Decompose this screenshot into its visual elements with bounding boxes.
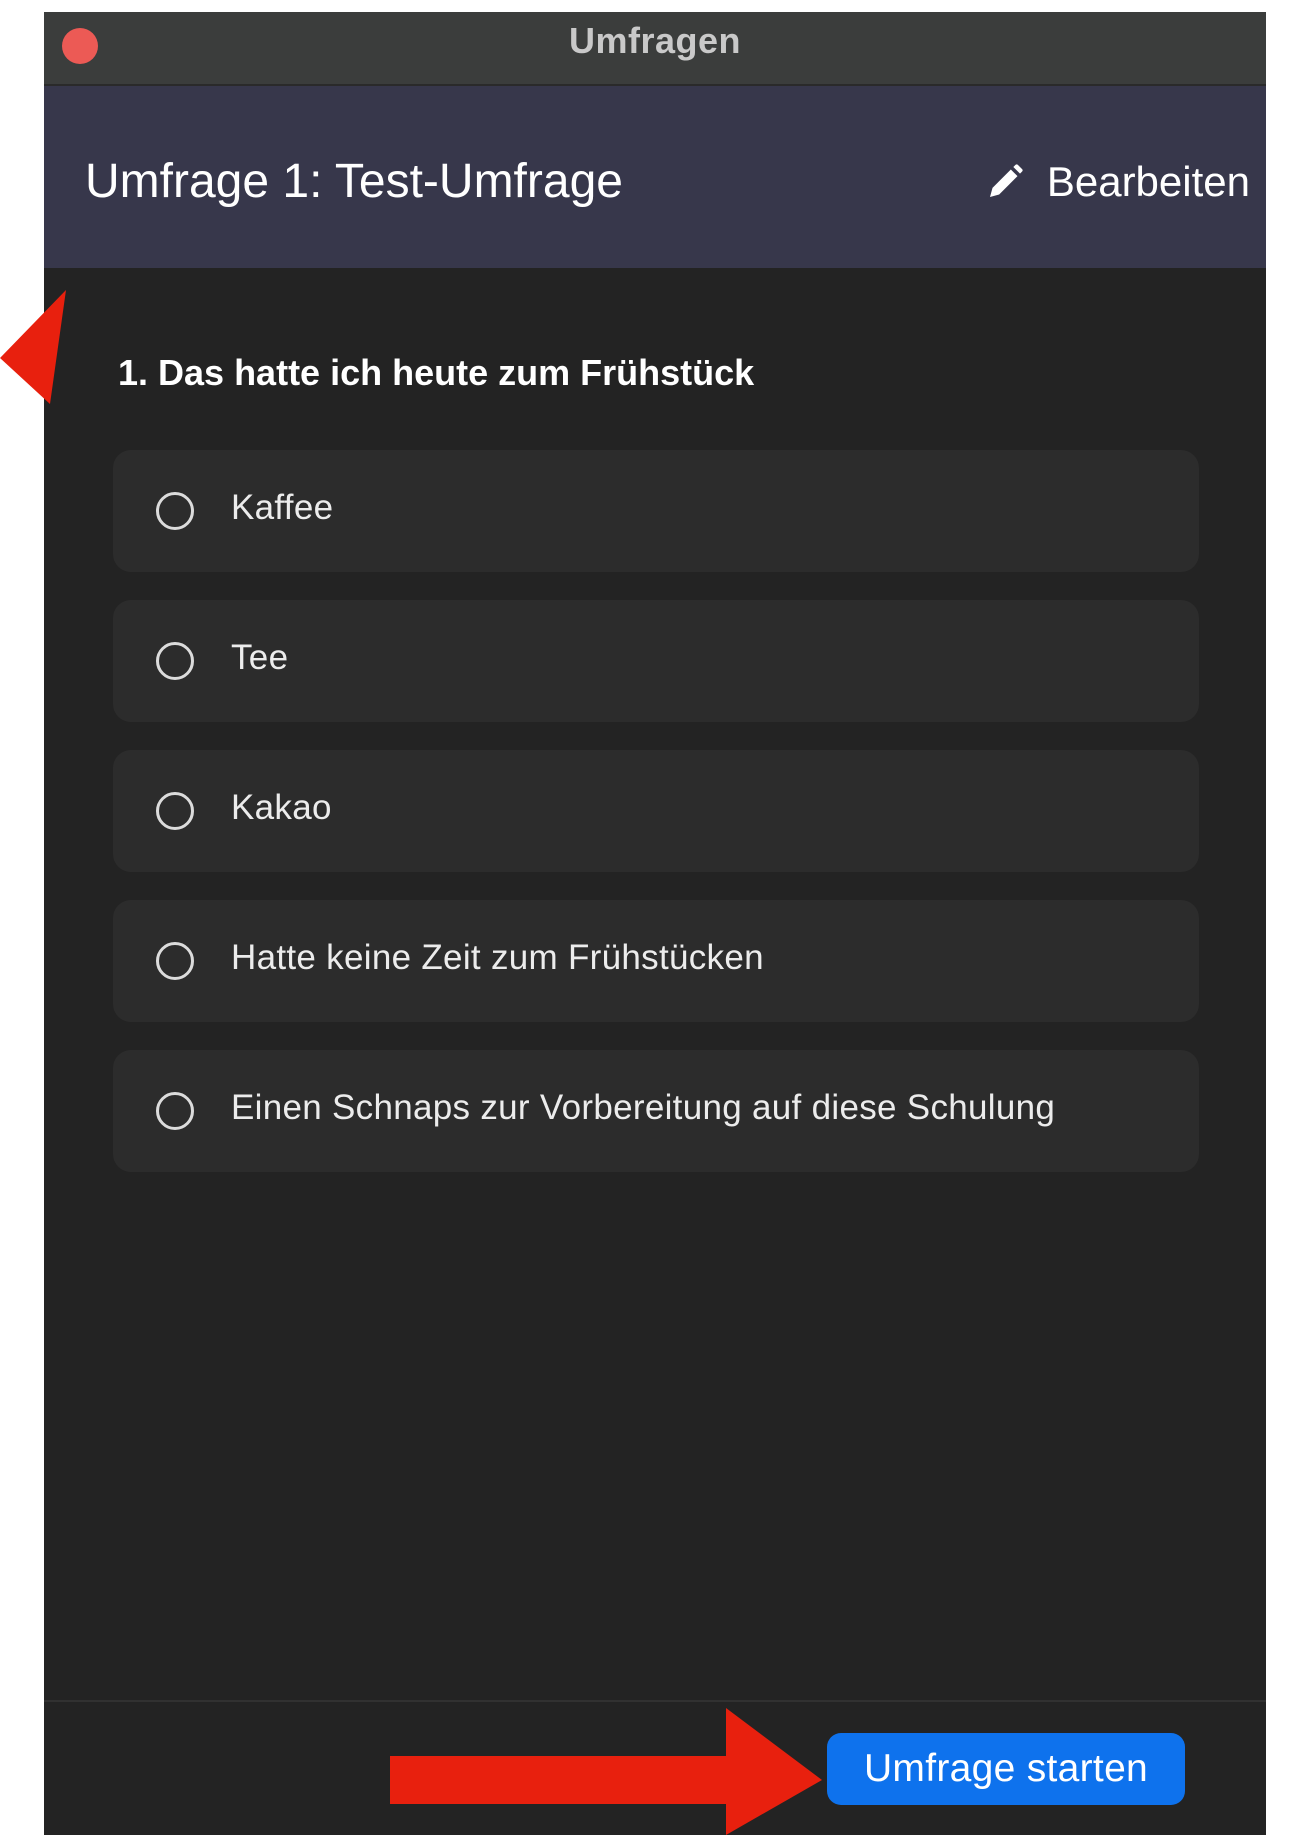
options-list: Kaffee Tee Kakao Hatte keine Zeit zum Fr… bbox=[113, 450, 1199, 1200]
option-item[interactable]: Einen Schnaps zur Vorbereitung auf diese… bbox=[113, 1050, 1199, 1172]
option-label: Kakao bbox=[231, 788, 332, 827]
option-item[interactable]: Kakao bbox=[113, 750, 1199, 872]
radio-icon[interactable] bbox=[156, 792, 194, 830]
radio-icon[interactable] bbox=[156, 642, 194, 680]
poll-header: Umfrage 1: Test-Umfrage Bearbeiten bbox=[44, 86, 1266, 268]
radio-icon[interactable] bbox=[156, 492, 194, 530]
option-item[interactable]: Hatte keine Zeit zum Frühstücken bbox=[113, 900, 1199, 1022]
poll-title: Umfrage 1: Test-Umfrage bbox=[85, 155, 623, 208]
option-label: Einen Schnaps zur Vorbereitung auf diese… bbox=[231, 1088, 1056, 1127]
window-title: Umfragen bbox=[568, 20, 742, 61]
pencil-icon bbox=[989, 164, 1023, 197]
annotation-arrow-icon bbox=[0, 290, 66, 404]
polls-window: Umfragen Umfrage 1: Test-Umfrage Bearbei… bbox=[44, 12, 1266, 1835]
option-item[interactable]: Kaffee bbox=[113, 450, 1199, 572]
option-label: Tee bbox=[231, 638, 289, 677]
option-label: Kaffee bbox=[231, 488, 334, 527]
option-label: Hatte keine Zeit zum Frühstücken bbox=[231, 938, 764, 977]
annotation-arrow-icon bbox=[390, 1708, 822, 1835]
edit-button[interactable]: Bearbeiten bbox=[985, 158, 1250, 206]
radio-icon[interactable] bbox=[156, 1092, 194, 1130]
option-item[interactable]: Tee bbox=[113, 600, 1199, 722]
start-poll-button[interactable]: Umfrage starten bbox=[827, 1733, 1185, 1805]
edit-label: Bearbeiten bbox=[1046, 158, 1250, 205]
radio-icon[interactable] bbox=[156, 942, 194, 980]
question-text: 1. Das hatte ich heute zum Frühstück bbox=[118, 352, 755, 393]
title-bar: Umfragen bbox=[44, 12, 1266, 86]
